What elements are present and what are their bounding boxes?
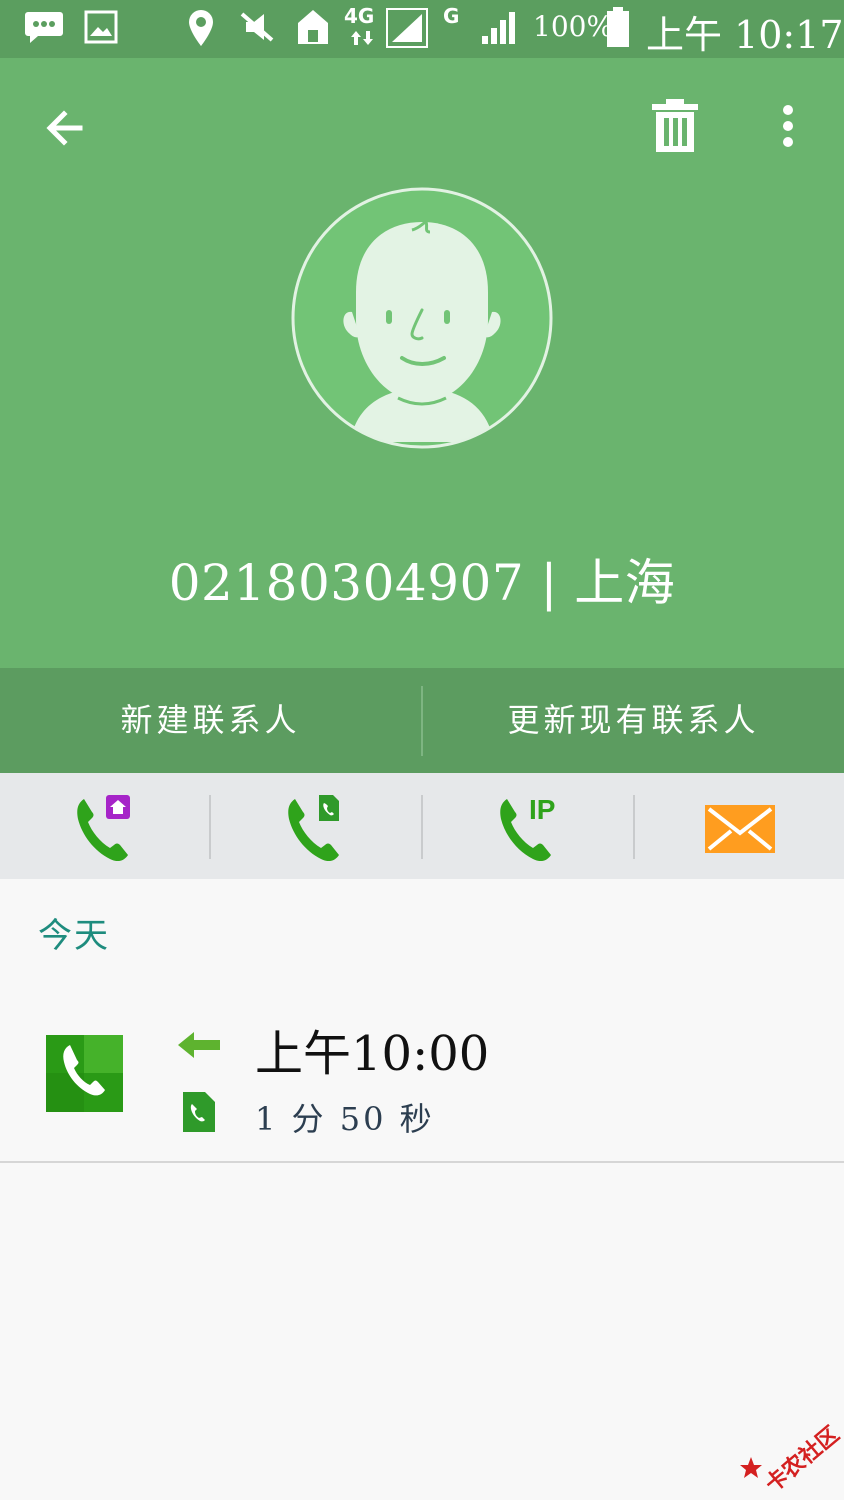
data-arrows-icon [351, 31, 373, 45]
call-log-row[interactable]: 上午10:00 1 分 50 秒 [0, 990, 844, 1162]
watermark-logo: 卡农社区 [735, 1408, 844, 1498]
sim-card-icon [183, 1092, 215, 1132]
call-duration: 1 分 50 秒 [255, 1100, 435, 1138]
clock: 上午 10:17 [646, 13, 844, 57]
svg-text:IP: IP [529, 795, 555, 825]
call-home-button[interactable] [0, 773, 211, 879]
watermark-text: 卡农社区 [760, 1422, 844, 1498]
section-header-date: 今天 [38, 916, 110, 956]
caller-number-location: 02180304907 | 上海 [168, 554, 676, 612]
avatar-icon [291, 187, 553, 449]
location-icon [189, 10, 213, 46]
battery-icon [607, 7, 629, 47]
back-arrow-icon[interactable] [40, 102, 92, 154]
contact-header: 02180304907 | 上海 [0, 58, 844, 668]
quick-actions-bar: IP [0, 773, 844, 879]
battery-percent: 100% [533, 10, 614, 43]
call-sim-button[interactable] [211, 773, 422, 879]
call-sim-icon [288, 795, 339, 861]
ip-call-button[interactable]: IP [423, 773, 634, 879]
contact-actions-bar: 新建联系人 更新现有联系人 [0, 668, 844, 773]
trash-icon[interactable] [650, 98, 700, 154]
mute-icon [240, 12, 274, 42]
status-bar: 4G G 100% 上午 10:17 [0, 0, 844, 58]
incoming-arrow-icon [178, 1032, 220, 1058]
signal-2-icon [482, 12, 515, 44]
network-type-2: G [443, 4, 460, 28]
more-vert-icon[interactable] [770, 100, 806, 152]
divider [0, 1161, 844, 1163]
new-contact-button[interactable]: 新建联系人 [0, 668, 421, 773]
ip-call-icon: IP [500, 795, 555, 861]
message-button[interactable] [635, 773, 844, 879]
signal-icon [386, 8, 428, 48]
call-time: 上午10:00 [255, 1026, 490, 1082]
phone-call-icon [46, 1035, 123, 1112]
network-type: 4G [344, 4, 375, 28]
call-home-icon [77, 795, 130, 861]
home-wifi-icon [298, 10, 328, 44]
chat-icon [25, 12, 63, 43]
message-icon [705, 805, 775, 853]
update-contact-button[interactable]: 更新现有联系人 [423, 668, 844, 773]
image-icon [84, 10, 118, 44]
